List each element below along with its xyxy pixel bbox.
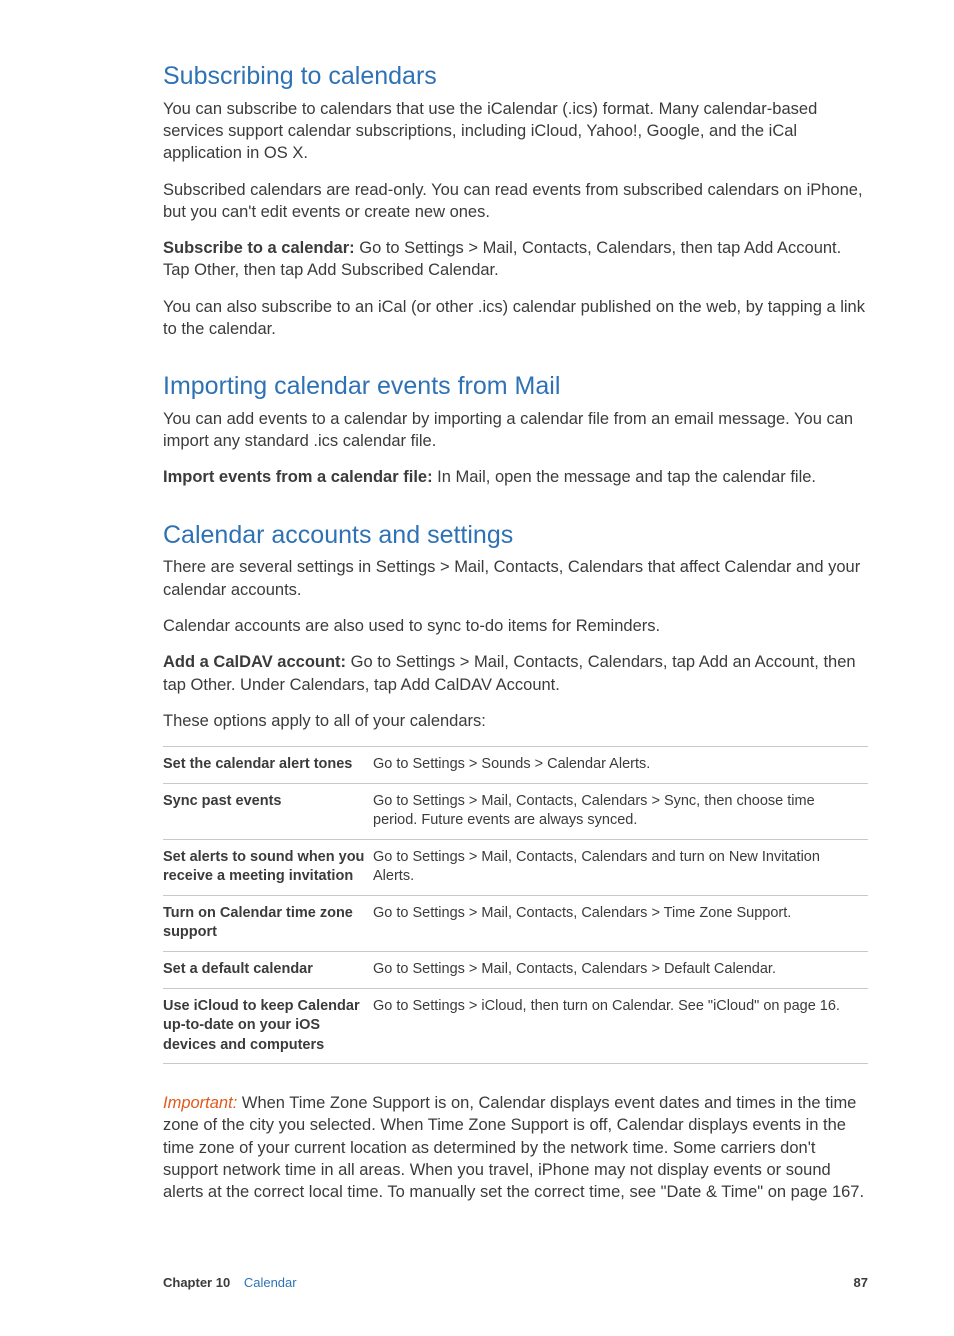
heading-importing: Importing calendar events from Mail [163,370,868,404]
paragraph: Calendar accounts are also used to sync … [163,615,868,637]
paragraph: These options apply to all of your calen… [163,710,868,732]
paragraph: Subscribed calendars are read-only. You … [163,179,868,224]
lead-rest: In Mail, open the message and tap the ca… [437,468,816,486]
table-row: Set alerts to sound when you receive a m… [163,839,868,895]
option-description: Go to Settings > iCloud, then turn on Ca… [373,988,868,1064]
paragraph: There are several settings in Settings >… [163,556,868,601]
important-label: Important: [163,1094,242,1112]
footer-chapter-label: Chapter 10 [163,1275,230,1290]
table-row: Set a default calendarGo to Settings > M… [163,951,868,988]
options-table: Set the calendar alert tonesGo to Settin… [163,746,868,1064]
document-page: Subscribing to calendars You can subscri… [0,0,954,1336]
option-description: Go to Settings > Sounds > Calendar Alert… [373,747,868,784]
paragraph: Import events from a calendar file: In M… [163,466,868,488]
paragraph: Add a CalDAV account: Go to Settings > M… [163,651,868,696]
footer-chapter-name: Calendar [244,1275,297,1290]
section-settings: Calendar accounts and settings There are… [163,519,868,1204]
option-description: Go to Settings > Mail, Contacts, Calenda… [373,839,868,895]
table-row: Set the calendar alert tonesGo to Settin… [163,747,868,784]
lead-bold: Subscribe to a calendar: [163,239,359,257]
option-description: Go to Settings > Mail, Contacts, Calenda… [373,783,868,839]
option-description: Go to Settings > Mail, Contacts, Calenda… [373,895,868,951]
table-row: Sync past eventsGo to Settings > Mail, C… [163,783,868,839]
option-name: Set alerts to sound when you receive a m… [163,839,373,895]
important-text: When Time Zone Support is on, Calendar d… [163,1094,864,1201]
option-description: Go to Settings > Mail, Contacts, Calenda… [373,951,868,988]
paragraph: You can subscribe to calendars that use … [163,98,868,165]
section-subscribing: Subscribing to calendars You can subscri… [163,60,868,340]
paragraph: You can add events to a calendar by impo… [163,408,868,453]
heading-subscribing: Subscribing to calendars [163,60,868,94]
paragraph: Subscribe to a calendar: Go to Settings … [163,237,868,282]
footer-page-number: 87 [854,1274,868,1292]
option-name: Set the calendar alert tones [163,747,373,784]
page-footer: Chapter 10 Calendar 87 [163,1274,868,1292]
heading-settings: Calendar accounts and settings [163,519,868,553]
important-note: Important: When Time Zone Support is on,… [163,1092,868,1203]
option-name: Use iCloud to keep Calendar up-to-date o… [163,988,373,1064]
table-row: Use iCloud to keep Calendar up-to-date o… [163,988,868,1064]
option-name: Sync past events [163,783,373,839]
section-importing: Importing calendar events from Mail You … [163,370,868,489]
lead-bold: Import events from a calendar file: [163,468,437,486]
option-name: Turn on Calendar time zone support [163,895,373,951]
lead-bold: Add a CalDAV account: [163,653,351,671]
table-row: Turn on Calendar time zone supportGo to … [163,895,868,951]
paragraph: You can also subscribe to an iCal (or ot… [163,296,868,341]
option-name: Set a default calendar [163,951,373,988]
